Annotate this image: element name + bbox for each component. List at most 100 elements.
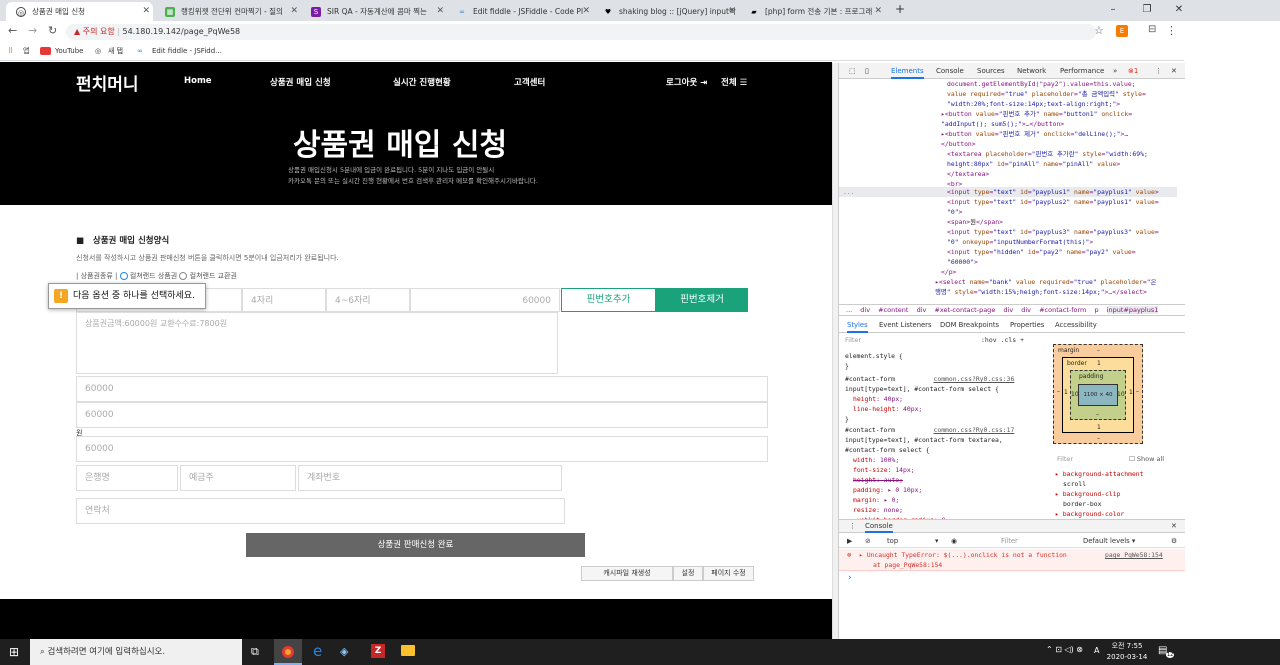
- edit-page-button[interactable]: 페이지 수정: [703, 566, 754, 581]
- clock[interactable]: 오전 7:55 2020-03-14: [1104, 641, 1150, 663]
- pin-input-2[interactable]: 4자리: [242, 288, 326, 312]
- tab-5[interactable]: ♥ shaking blog :: [jQuery] input박 ✕: [593, 2, 739, 21]
- close-tab-icon[interactable]: ✕: [436, 2, 444, 21]
- console-drawer-tab[interactable]: Console: [865, 520, 893, 533]
- new-tab-button[interactable]: +: [895, 2, 905, 16]
- restore-icon[interactable]: ❐: [1130, 0, 1164, 21]
- cache-regenerate-button[interactable]: 캐시파일 재생성: [581, 566, 673, 581]
- console-settings-icon[interactable]: ⚙: [1171, 534, 1177, 548]
- computed-prop[interactable]: ▸ background-clip: [1055, 489, 1120, 499]
- bookmark-youtube[interactable]: YouTube: [55, 43, 83, 59]
- bank-select[interactable]: 은행명: [76, 465, 178, 491]
- radio-culture-gift[interactable]: [119, 272, 128, 280]
- submit-button[interactable]: 상품권 판매신청 완료: [246, 533, 585, 557]
- crumb[interactable]: #content: [878, 306, 908, 314]
- windows-start-icon[interactable]: ⊞: [9, 645, 19, 659]
- close-window-icon[interactable]: ✕: [1162, 0, 1196, 21]
- dom-line[interactable]: <input type="text" id="payplus1" name="p…: [947, 187, 1159, 197]
- add-pin-button[interactable]: 핀번호추가: [561, 288, 656, 312]
- styles-filter[interactable]: Filter: [845, 336, 861, 344]
- tab-event-listeners[interactable]: Event Listeners: [879, 318, 932, 333]
- bookmark-apps[interactable]: 앱: [23, 43, 29, 59]
- bookmark-jsfiddle[interactable]: Edit fiddle - JSFidd...: [152, 43, 222, 59]
- tab-network[interactable]: Network: [1017, 63, 1046, 79]
- amount-field-2[interactable]: 60000: [76, 402, 768, 428]
- close-devtools-icon[interactable]: ✕: [1171, 63, 1177, 79]
- close-tab-icon[interactable]: ✕: [290, 2, 298, 21]
- close-tab-icon[interactable]: ✕: [142, 2, 150, 21]
- console-filter-input[interactable]: Filter: [1001, 534, 1018, 548]
- profile-icon[interactable]: ⊟: [1148, 24, 1156, 35]
- error-location[interactable]: at page_PqWe58:154: [873, 560, 942, 570]
- bookmark-newtab[interactable]: 새 탭: [108, 43, 123, 59]
- tab-4[interactable]: ∞ Edit fiddle - JSFiddle - Code Pl ✕: [447, 2, 593, 21]
- device-icon[interactable]: ▯: [865, 63, 869, 79]
- close-tab-icon[interactable]: ✕: [582, 2, 590, 21]
- tab-sources[interactable]: Sources: [977, 63, 1005, 79]
- hov-cls-buttons[interactable]: :hov .cls +: [981, 336, 1024, 344]
- tab-performance[interactable]: Performance: [1060, 63, 1104, 79]
- tab-elements[interactable]: Elements: [891, 63, 924, 79]
- minimize-icon[interactable]: –: [1096, 0, 1130, 21]
- crumb[interactable]: div: [860, 306, 870, 314]
- file-explorer-icon[interactable]: [401, 645, 415, 656]
- site-logo[interactable]: 펀치머니: [76, 70, 139, 95]
- ime-indicator[interactable]: A: [1094, 646, 1099, 655]
- pin-input-3[interactable]: 4~6자리: [326, 288, 410, 312]
- menu-kebab-icon[interactable]: ⋮: [1166, 24, 1177, 37]
- omnibox[interactable]: ▲ 주의 요함 | 54.180.19.142/page_PqWe58: [66, 24, 1096, 40]
- forward-icon[interactable]: →: [28, 24, 37, 37]
- tab-active[interactable]: ◎ 상품권 매입 신청 ✕: [6, 2, 153, 21]
- inspect-icon[interactable]: ⬚: [849, 63, 856, 79]
- crumb-active[interactable]: input#payplus1: [1106, 306, 1159, 314]
- computed-prop[interactable]: ▸ background-attachment: [1055, 469, 1144, 479]
- nav-all[interactable]: 전체 ☰: [721, 76, 747, 88]
- pin-textarea[interactable]: 상품권금액:60000원 교환수수료:7800원: [76, 312, 558, 374]
- eye-icon[interactable]: ◉: [951, 534, 957, 548]
- edge-icon[interactable]: e: [313, 642, 322, 660]
- reload-icon[interactable]: ↻: [48, 24, 57, 37]
- nav-home[interactable]: Home: [184, 76, 212, 86]
- settings-button[interactable]: 설정: [673, 566, 703, 581]
- nav-support[interactable]: 고객센터: [514, 76, 545, 88]
- nav-logout[interactable]: 로그아웃 ⇥: [666, 76, 707, 88]
- crumb[interactable]: div: [1003, 306, 1013, 314]
- close-drawer-icon[interactable]: ✕: [1171, 520, 1177, 533]
- account-input[interactable]: 계좌번호: [298, 465, 562, 491]
- tab-dom-breakpoints[interactable]: DOM Breakpoints: [940, 318, 999, 333]
- computed-prop[interactable]: ▸ background-color: [1055, 509, 1124, 519]
- log-levels-select[interactable]: Default levels ▾: [1083, 534, 1135, 548]
- close-tab-icon[interactable]: ✕: [874, 2, 882, 21]
- filezilla-icon[interactable]: Z: [371, 644, 385, 658]
- tab-3[interactable]: S SIR QA - 자동계산에 콤마 찍는 ✕: [301, 2, 447, 21]
- context-select[interactable]: top: [887, 534, 898, 548]
- tab-styles[interactable]: Styles: [847, 318, 868, 333]
- amount-field-1[interactable]: 60000: [76, 376, 768, 402]
- crumb[interactable]: #contact-form: [1039, 306, 1086, 314]
- crumb[interactable]: ...: [846, 306, 852, 314]
- dom-line[interactable]: ▸<button value="핀번호 제거" onclick="delLine…: [941, 129, 1128, 139]
- app-icon[interactable]: ◈: [340, 645, 348, 658]
- console-prompt[interactable]: ›: [847, 573, 852, 583]
- close-tab-icon[interactable]: ✕: [728, 2, 736, 21]
- dom-line[interactable]: ▸<select name="bank" value required="tru…: [935, 277, 1156, 287]
- dom-line[interactable]: ▸<button value="핀번호 추가" name="button1" o…: [941, 109, 1132, 119]
- crumb[interactable]: p: [1094, 306, 1098, 314]
- contact-input[interactable]: 연락처: [76, 498, 565, 524]
- radio-culture-exchange[interactable]: [179, 272, 188, 280]
- taskbar-search[interactable]: ⌕ 검색하려면 여기에 입력하십시오.: [30, 639, 242, 665]
- error-source-link[interactable]: page_PqWe58:154: [1105, 550, 1163, 560]
- sidebar-toggle-icon[interactable]: ▶: [847, 534, 852, 548]
- tray-icons[interactable]: ⌃ ⊡ ◁) ⊗: [1046, 645, 1083, 654]
- extension-icon[interactable]: E: [1116, 25, 1128, 37]
- tab-2[interactable]: ▦ 랭킹위젯 전단위 컨마찍기 - 질의 ✕: [155, 2, 301, 21]
- computed-filter[interactable]: Filter: [1057, 455, 1073, 463]
- holder-input[interactable]: 예금주: [180, 465, 296, 491]
- back-icon[interactable]: ←: [8, 24, 17, 37]
- drawer-menu-icon[interactable]: ⋮: [849, 520, 856, 533]
- show-all-toggle[interactable]: ☐ Show all: [1129, 455, 1164, 463]
- settings-kebab-icon[interactable]: ⋮: [1155, 63, 1162, 79]
- task-view-icon[interactable]: ⧉: [251, 645, 259, 659]
- nav-apply[interactable]: 상품권 매입 신청: [270, 76, 331, 88]
- crumb[interactable]: div: [917, 306, 927, 314]
